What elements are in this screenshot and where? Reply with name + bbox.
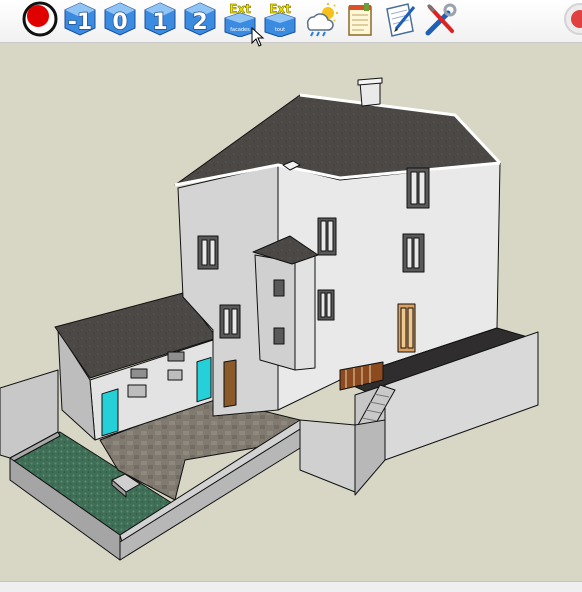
ext-cube-icon: Ext facades <box>224 2 256 37</box>
cloud-sun-icon <box>306 3 338 37</box>
ext-cube-icon: Ext tout <box>264 2 296 37</box>
edit-document-button[interactable] <box>382 1 418 37</box>
annex-door-right <box>196 356 212 403</box>
layer-label: 1 <box>152 10 167 35</box>
weather-button[interactable] <box>302 1 338 37</box>
layer-cube-icon: 2 <box>184 2 216 36</box>
ext-all-button[interactable]: Ext tout <box>262 1 298 37</box>
notepad-button[interactable] <box>342 1 378 37</box>
layer-2-button[interactable]: 2 <box>182 1 218 37</box>
record-icon <box>22 1 58 37</box>
layer-0-button[interactable]: 0 <box>102 1 138 37</box>
annex-door-left <box>101 388 119 437</box>
layer-label: 2 <box>192 10 207 35</box>
ext-sublabel: tout <box>275 27 285 33</box>
window <box>317 289 335 321</box>
layer-label: 0 <box>112 10 127 35</box>
model-viewport[interactable] <box>0 43 582 581</box>
house-3d-model[interactable] <box>0 43 582 581</box>
layer-minus1-button[interactable]: -1 <box>62 1 98 37</box>
layer-cube-icon: -1 <box>64 2 96 36</box>
small-window <box>273 327 285 345</box>
main-toolbar: -1 0 1 2 Ext facades Ext tout <box>0 0 582 43</box>
circle-icon <box>564 3 582 35</box>
layer-1-button[interactable]: 1 <box>142 1 178 37</box>
layer-cube-icon: 0 <box>104 2 136 36</box>
ext-sublabel: facades <box>230 27 250 33</box>
courtyard-wall <box>299 419 356 493</box>
small-window <box>273 279 285 297</box>
tools-button[interactable] <box>422 1 458 37</box>
layer-cube-icon: 1 <box>144 2 176 36</box>
record-button[interactable] <box>22 1 58 37</box>
tools-icon <box>425 3 457 36</box>
edit-document-icon <box>386 3 416 37</box>
ext-label: Ext <box>229 2 251 16</box>
extra-toolbar-button[interactable] <box>560 1 582 37</box>
side-door <box>223 359 237 408</box>
layer-label: -1 <box>68 10 92 35</box>
notepad-icon <box>348 3 372 36</box>
ext-facades-button[interactable]: Ext facades <box>222 1 258 37</box>
ext-label: Ext <box>269 2 291 16</box>
status-bar <box>0 581 582 592</box>
stair-tower <box>254 254 296 371</box>
window <box>406 167 430 209</box>
